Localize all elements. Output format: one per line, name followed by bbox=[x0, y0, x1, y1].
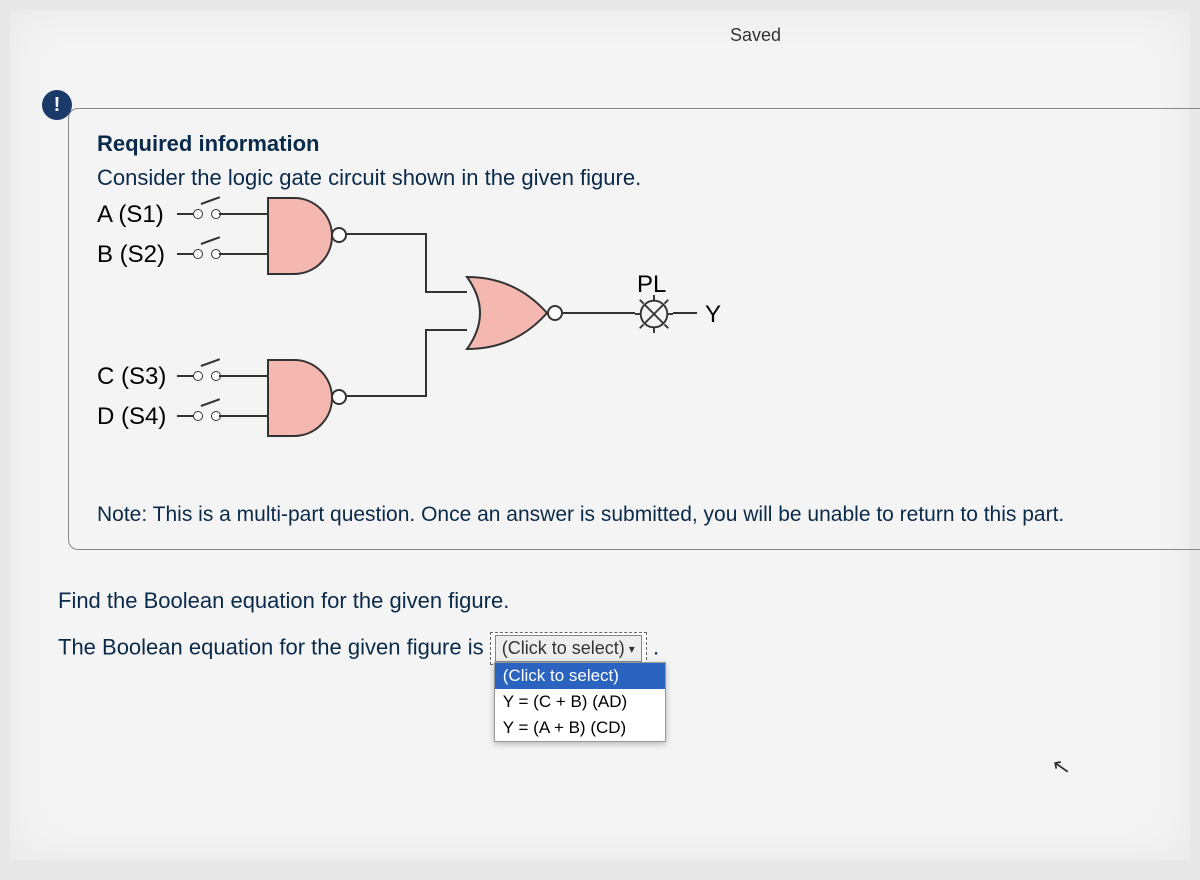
nor-gate bbox=[465, 273, 585, 353]
wire bbox=[237, 213, 267, 215]
wire bbox=[585, 312, 635, 314]
switch-s4 bbox=[177, 409, 237, 423]
switch-s3 bbox=[177, 369, 237, 383]
input-label-c: C (S3) bbox=[97, 363, 166, 391]
switch-s1 bbox=[177, 207, 237, 221]
dropdown-option[interactable]: Y = (A + B) (CD) bbox=[495, 715, 665, 741]
question-area: Find the Boolean equation for the given … bbox=[58, 588, 1168, 665]
output-label-y: Y bbox=[705, 301, 721, 329]
required-info-box: Required information Consider the logic … bbox=[68, 108, 1200, 550]
dropdown-option[interactable]: (Click to select) bbox=[495, 663, 665, 689]
cursor-icon: ↖ bbox=[1049, 753, 1072, 782]
multipart-note: Note: This is a multi-part question. Onc… bbox=[97, 503, 1197, 527]
chevron-down-icon: ▾ bbox=[629, 642, 635, 656]
select-placeholder: (Click to select) bbox=[502, 638, 625, 659]
required-info-heading: Required information bbox=[97, 131, 1197, 157]
logic-circuit-figure: A (S1) B (S2) C (S3) D (S4) bbox=[97, 197, 1197, 457]
switch-s2 bbox=[177, 247, 237, 261]
input-label-b: B (S2) bbox=[97, 241, 165, 269]
saved-indicator: Saved bbox=[730, 25, 781, 46]
wire bbox=[237, 415, 267, 417]
lamp-icon bbox=[635, 295, 673, 333]
problem-statement: Consider the logic gate circuit shown in… bbox=[97, 165, 1197, 191]
wire bbox=[673, 312, 697, 314]
wire bbox=[425, 329, 427, 397]
input-label-d: D (S4) bbox=[97, 403, 166, 431]
answer-select[interactable]: (Click to select) ▾ bbox=[490, 632, 647, 665]
dropdown-option[interactable]: Y = (C + B) (AD) bbox=[495, 689, 665, 715]
input-label-a: A (S1) bbox=[97, 201, 164, 229]
question-prompt: Find the Boolean equation for the given … bbox=[58, 588, 1168, 614]
wire bbox=[425, 329, 467, 331]
wire bbox=[425, 291, 467, 293]
answer-dropdown: (Click to select) Y = (C + B) (AD) Y = (… bbox=[494, 662, 666, 742]
wire bbox=[237, 253, 267, 255]
answer-select-wrap: (Click to select) ▾ (Click to select) Y … bbox=[490, 632, 647, 665]
wire bbox=[425, 233, 427, 293]
page: Saved ! Required information Consider th… bbox=[10, 10, 1190, 860]
question-stem-text: The Boolean equation for the given figur… bbox=[58, 634, 484, 659]
nand-gate-top bbox=[267, 197, 367, 271]
wire bbox=[237, 375, 267, 377]
nand-gate-bottom bbox=[267, 359, 367, 433]
question-stem-line: The Boolean equation for the given figur… bbox=[58, 632, 1168, 665]
sentence-period: . bbox=[653, 634, 659, 659]
